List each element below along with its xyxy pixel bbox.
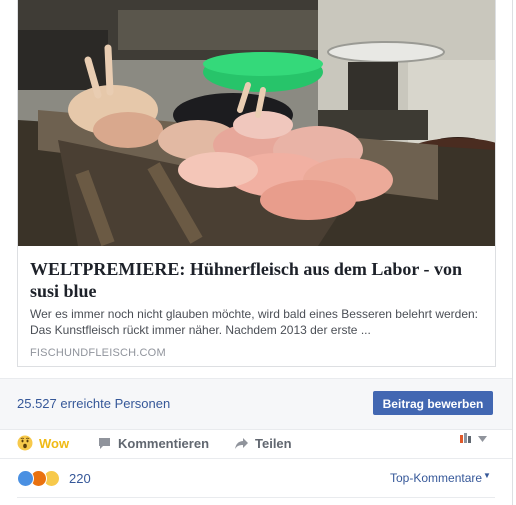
reaction-count[interactable]: 220 xyxy=(69,471,91,486)
wow-icon xyxy=(17,435,33,451)
link-preview-card[interactable]: WELTPREMIERE: Hühnerfleisch aus dem Labo… xyxy=(17,0,496,367)
comment-icon xyxy=(99,437,110,449)
comment-sort-dropdown[interactable]: Top-Kommentare▼ xyxy=(390,471,491,485)
link-title[interactable]: WELTPREMIERE: Hühnerfleisch aus dem Labo… xyxy=(30,258,480,302)
post-insights-bar: 25.527 erreichte Personen Beitrag bewerb… xyxy=(0,378,512,430)
post-as-selector[interactable] xyxy=(460,433,487,445)
wow-label: Wow xyxy=(39,435,70,451)
link-description[interactable]: Wer es immer noch nicht glauben möchte, … xyxy=(30,306,485,338)
post-container: WELTPREMIERE: Hühnerfleisch aus dem Labo… xyxy=(0,0,513,505)
caret-down-icon: ▼ xyxy=(483,471,491,480)
comment-label: Kommentieren xyxy=(118,435,210,451)
comment-sort-label: Top-Kommentare xyxy=(390,471,483,485)
page-avatar-icon xyxy=(460,433,471,443)
chevron-down-icon xyxy=(478,436,487,442)
wow-reaction-button[interactable]: Wow xyxy=(17,433,69,453)
comment-button[interactable]: Kommentieren xyxy=(97,433,209,453)
people-reached-link[interactable]: 25.527 erreichte Personen xyxy=(17,396,170,411)
like-reaction-icon xyxy=(17,470,34,487)
divider xyxy=(17,497,495,498)
reactions-bar: 220 Top-Kommentare▼ xyxy=(0,458,512,499)
link-domain[interactable]: FISCHUNDFLEISCH.COM xyxy=(30,347,166,359)
link-preview-image[interactable] xyxy=(18,0,495,246)
share-button[interactable]: Teilen xyxy=(234,433,292,453)
post-action-bar: Wow Kommentieren Teilen xyxy=(0,429,512,457)
share-icon xyxy=(235,437,248,449)
reaction-icons[interactable] xyxy=(17,470,60,487)
boost-post-button[interactable]: Beitrag bewerben xyxy=(373,391,493,415)
share-label: Teilen xyxy=(255,435,292,451)
